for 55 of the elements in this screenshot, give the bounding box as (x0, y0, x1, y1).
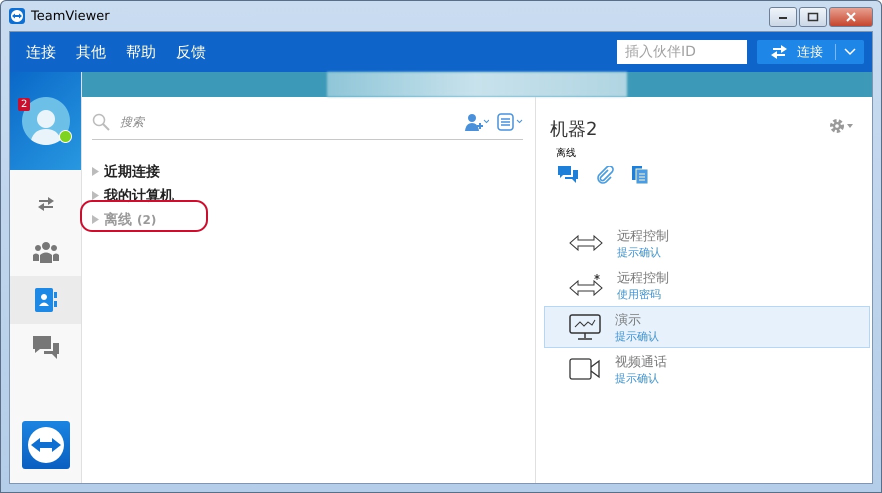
action-title: 演示 (615, 312, 642, 328)
maximize-icon (807, 12, 819, 22)
close-button[interactable] (829, 7, 873, 27)
action-item[interactable]: 视频通话 提示确认 (544, 348, 870, 390)
device-status: 离线 (556, 148, 576, 159)
group-icon (32, 241, 58, 263)
menu-item[interactable]: 反馈 (168, 42, 214, 62)
document-icon[interactable] (632, 166, 648, 184)
monitor-chart-icon (569, 314, 601, 340)
action-subtitle: 使用密码 (617, 286, 662, 302)
video-camera-icon (569, 358, 601, 380)
action-subtitle: 提示确认 (615, 370, 660, 386)
expand-triangle-icon (92, 191, 99, 200)
action-item[interactable]: 远程控制 提示确认 (544, 222, 870, 264)
device-name: 机器2 (550, 118, 598, 141)
search-icon (92, 113, 110, 131)
maximize-button[interactable] (799, 7, 827, 27)
list-menu-icon[interactable] (497, 113, 523, 131)
nav-tab[interactable] (10, 276, 81, 324)
teamviewer-logo[interactable] (22, 421, 70, 469)
chat-bubbles-icon (32, 336, 58, 360)
close-icon (845, 12, 857, 22)
expand-triangle-icon (92, 167, 99, 176)
chat-icon[interactable] (558, 166, 578, 184)
action-item[interactable]: 远程控制 使用密码 (544, 264, 870, 306)
group-count: (2) (137, 212, 156, 226)
double-arrow-icon (569, 234, 603, 252)
action-title: 远程控制 (617, 270, 669, 286)
menu-item[interactable]: 帮助 (118, 42, 164, 62)
settings-icon[interactable] (828, 117, 854, 135)
action-title: 远程控制 (617, 228, 669, 244)
action-subtitle: 提示确认 (617, 244, 662, 260)
partner-id-field[interactable]: 插入伙伴ID (617, 40, 747, 64)
paperclip-icon[interactable] (596, 166, 614, 184)
app-logo-icon (9, 8, 25, 24)
contacts-book-icon (34, 288, 56, 312)
group-label: 近期连接 (104, 162, 160, 180)
group-label: 离线 (104, 210, 132, 228)
menu-item[interactable]: 其他 (68, 42, 114, 62)
avatar-silhouette[interactable] (22, 97, 70, 145)
menu-item[interactable]: 连接 (18, 42, 64, 62)
minimize-button[interactable] (769, 7, 797, 27)
action-title: 视频通话 (615, 354, 667, 370)
window-title: TeamViewer (31, 8, 111, 24)
caret-icon (844, 48, 856, 56)
expand-triangle-icon (92, 215, 99, 224)
double-arrow-star-icon (569, 273, 603, 297)
connect-button[interactable]: 连接 (757, 40, 864, 64)
minimize-icon (778, 14, 788, 20)
add-contact-icon[interactable] (465, 113, 489, 131)
action-item[interactable]: 演示 提示确认 (544, 306, 870, 348)
action-subtitle: 提示确认 (615, 328, 659, 344)
contact-group[interactable]: 近期连接 (92, 162, 160, 181)
notification-badge: 2 (18, 98, 30, 111)
double-arrow-icon (769, 45, 789, 59)
